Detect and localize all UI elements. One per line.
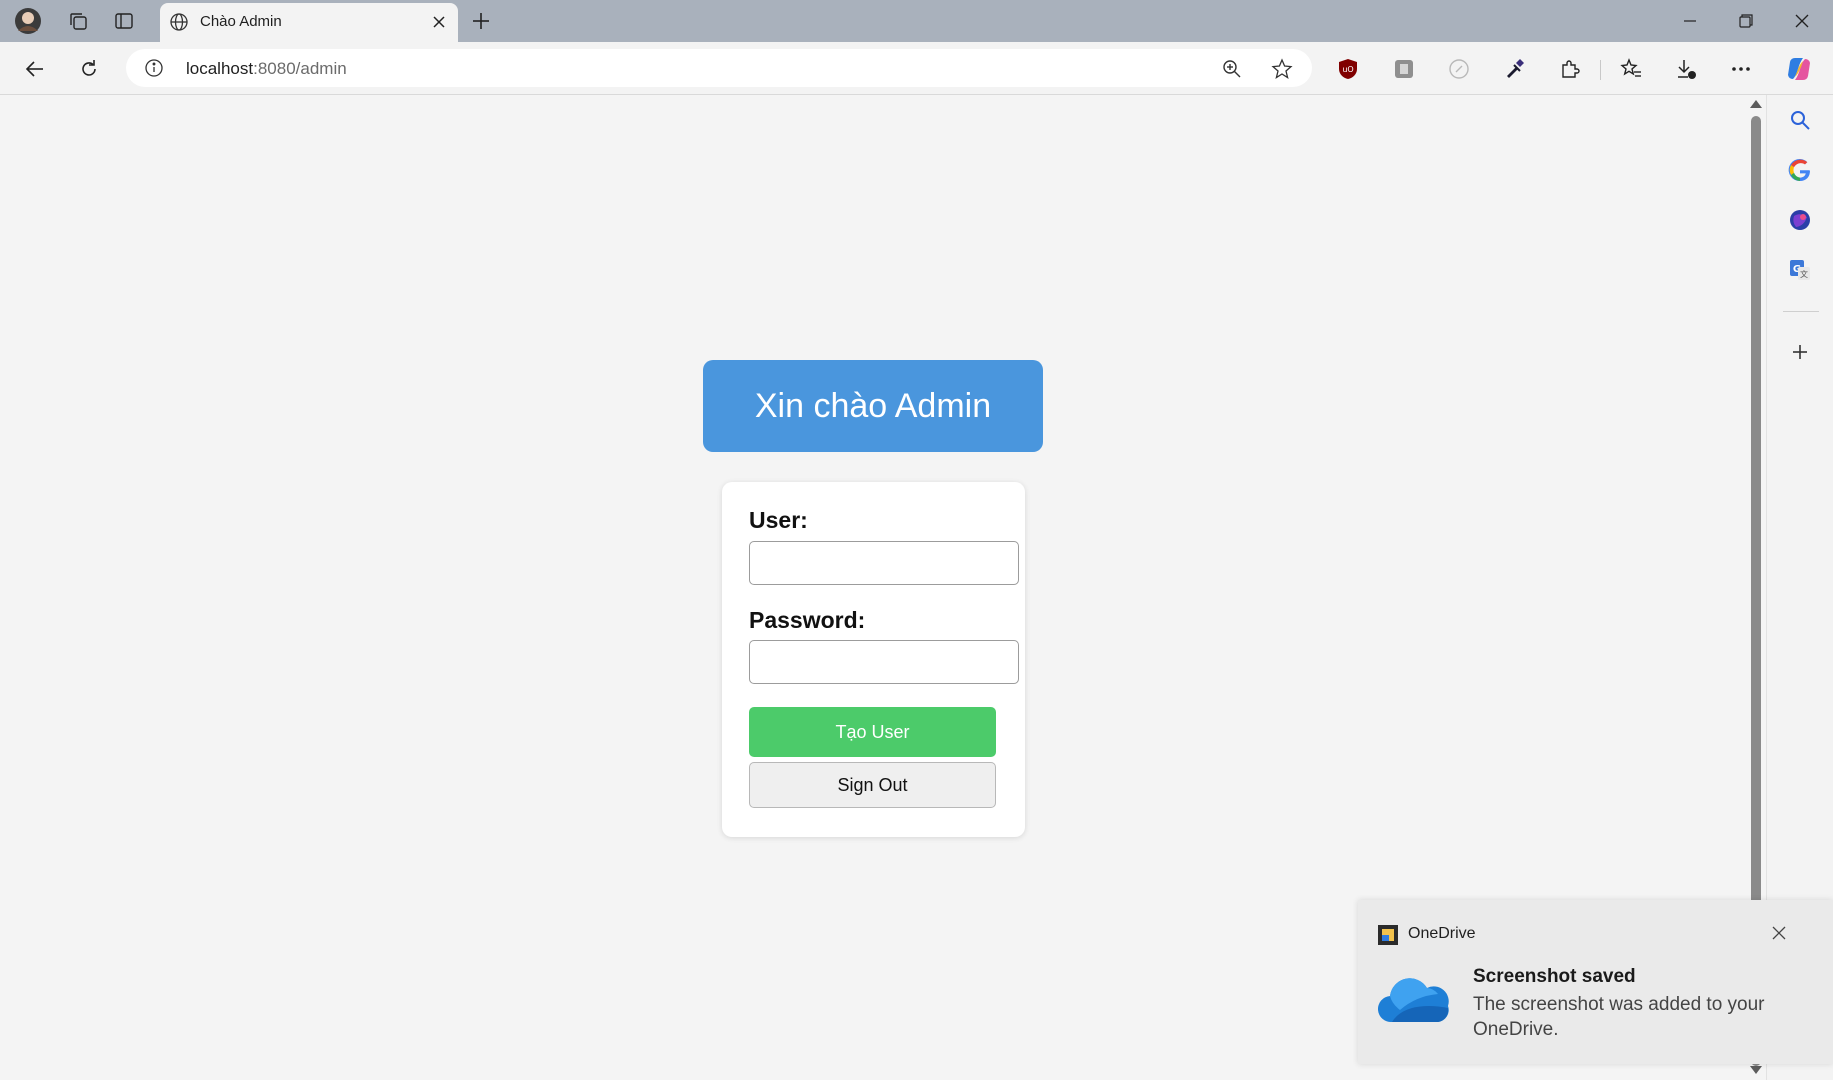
- search-icon[interactable]: [1783, 103, 1817, 137]
- translate-icon[interactable]: G文: [1783, 253, 1817, 287]
- notification-title: Screenshot saved: [1473, 966, 1636, 987]
- back-icon[interactable]: [18, 52, 52, 86]
- svg-text:文: 文: [1800, 269, 1808, 279]
- user-form-card: User: Password: Tạo User Sign Out: [722, 482, 1025, 837]
- globe-icon: [168, 11, 190, 38]
- more-icon[interactable]: [1725, 53, 1757, 85]
- url-host: localhost: [186, 59, 254, 78]
- notification-app-name: OneDrive: [1408, 925, 1476, 942]
- add-icon[interactable]: [1783, 335, 1817, 369]
- shopping-icon[interactable]: [1783, 203, 1817, 237]
- address-url[interactable]: localhost:8080/admin: [186, 59, 347, 79]
- zoom-icon[interactable]: [1218, 55, 1246, 83]
- downloads-icon[interactable]: [1670, 53, 1702, 85]
- title-bar: Chào Admin: [0, 0, 1833, 42]
- password-label: Password:: [749, 607, 866, 633]
- address-bar[interactable]: localhost:8080/admin: [126, 49, 1312, 87]
- scroll-down-arrow-icon[interactable]: [1750, 1066, 1762, 1074]
- minimize-button[interactable]: [1662, 0, 1718, 42]
- extension-icon[interactable]: [1388, 53, 1420, 85]
- onedrive-notification[interactable]: OneDrive Screenshot saved The screenshot…: [1358, 900, 1833, 1064]
- notification-body: The screenshot was added to your OneDriv…: [1473, 994, 1765, 1040]
- eyedropper-icon[interactable]: [1498, 53, 1530, 85]
- profile-avatar-icon[interactable]: [12, 6, 44, 36]
- google-icon[interactable]: [1783, 153, 1817, 187]
- refresh-icon[interactable]: [72, 52, 106, 86]
- info-icon[interactable]: [144, 58, 164, 83]
- browser-toolbar: localhost:8080/admin uO: [0, 42, 1833, 95]
- user-label: User:: [749, 507, 808, 533]
- close-icon[interactable]: [1766, 920, 1792, 946]
- compass-icon[interactable]: [1443, 53, 1475, 85]
- vertical-tabs-icon[interactable]: [108, 6, 140, 36]
- workspaces-icon[interactable]: [62, 6, 94, 36]
- scroll-up-arrow-icon[interactable]: [1750, 100, 1762, 108]
- favorites-icon[interactable]: [1615, 53, 1647, 85]
- sign-out-button[interactable]: Sign Out: [749, 762, 996, 808]
- svg-text:uO: uO: [1342, 65, 1353, 74]
- tab-active[interactable]: Chào Admin: [160, 3, 458, 42]
- password-input[interactable]: [749, 640, 1019, 684]
- url-path: :8080/admin: [253, 59, 347, 78]
- tab-title: Chào Admin: [200, 13, 282, 30]
- greeting-banner: Xin chào Admin: [703, 360, 1043, 452]
- ublock-icon[interactable]: uO: [1332, 53, 1364, 85]
- tab-close-icon[interactable]: [426, 9, 452, 35]
- toolbar-separator: [1600, 60, 1601, 80]
- user-input[interactable]: [749, 541, 1019, 585]
- onedrive-app-icon: [1378, 925, 1398, 950]
- new-tab-button[interactable]: [466, 6, 496, 36]
- create-user-button[interactable]: Tạo User: [749, 707, 996, 757]
- sidebar-separator: [1783, 311, 1819, 312]
- copilot-icon[interactable]: [1783, 53, 1815, 85]
- restore-button[interactable]: [1718, 0, 1774, 42]
- favorite-star-icon[interactable]: [1268, 55, 1296, 83]
- puzzle-icon[interactable]: [1554, 53, 1586, 85]
- close-window-button[interactable]: [1774, 0, 1830, 42]
- onedrive-cloud-icon: [1377, 974, 1452, 1029]
